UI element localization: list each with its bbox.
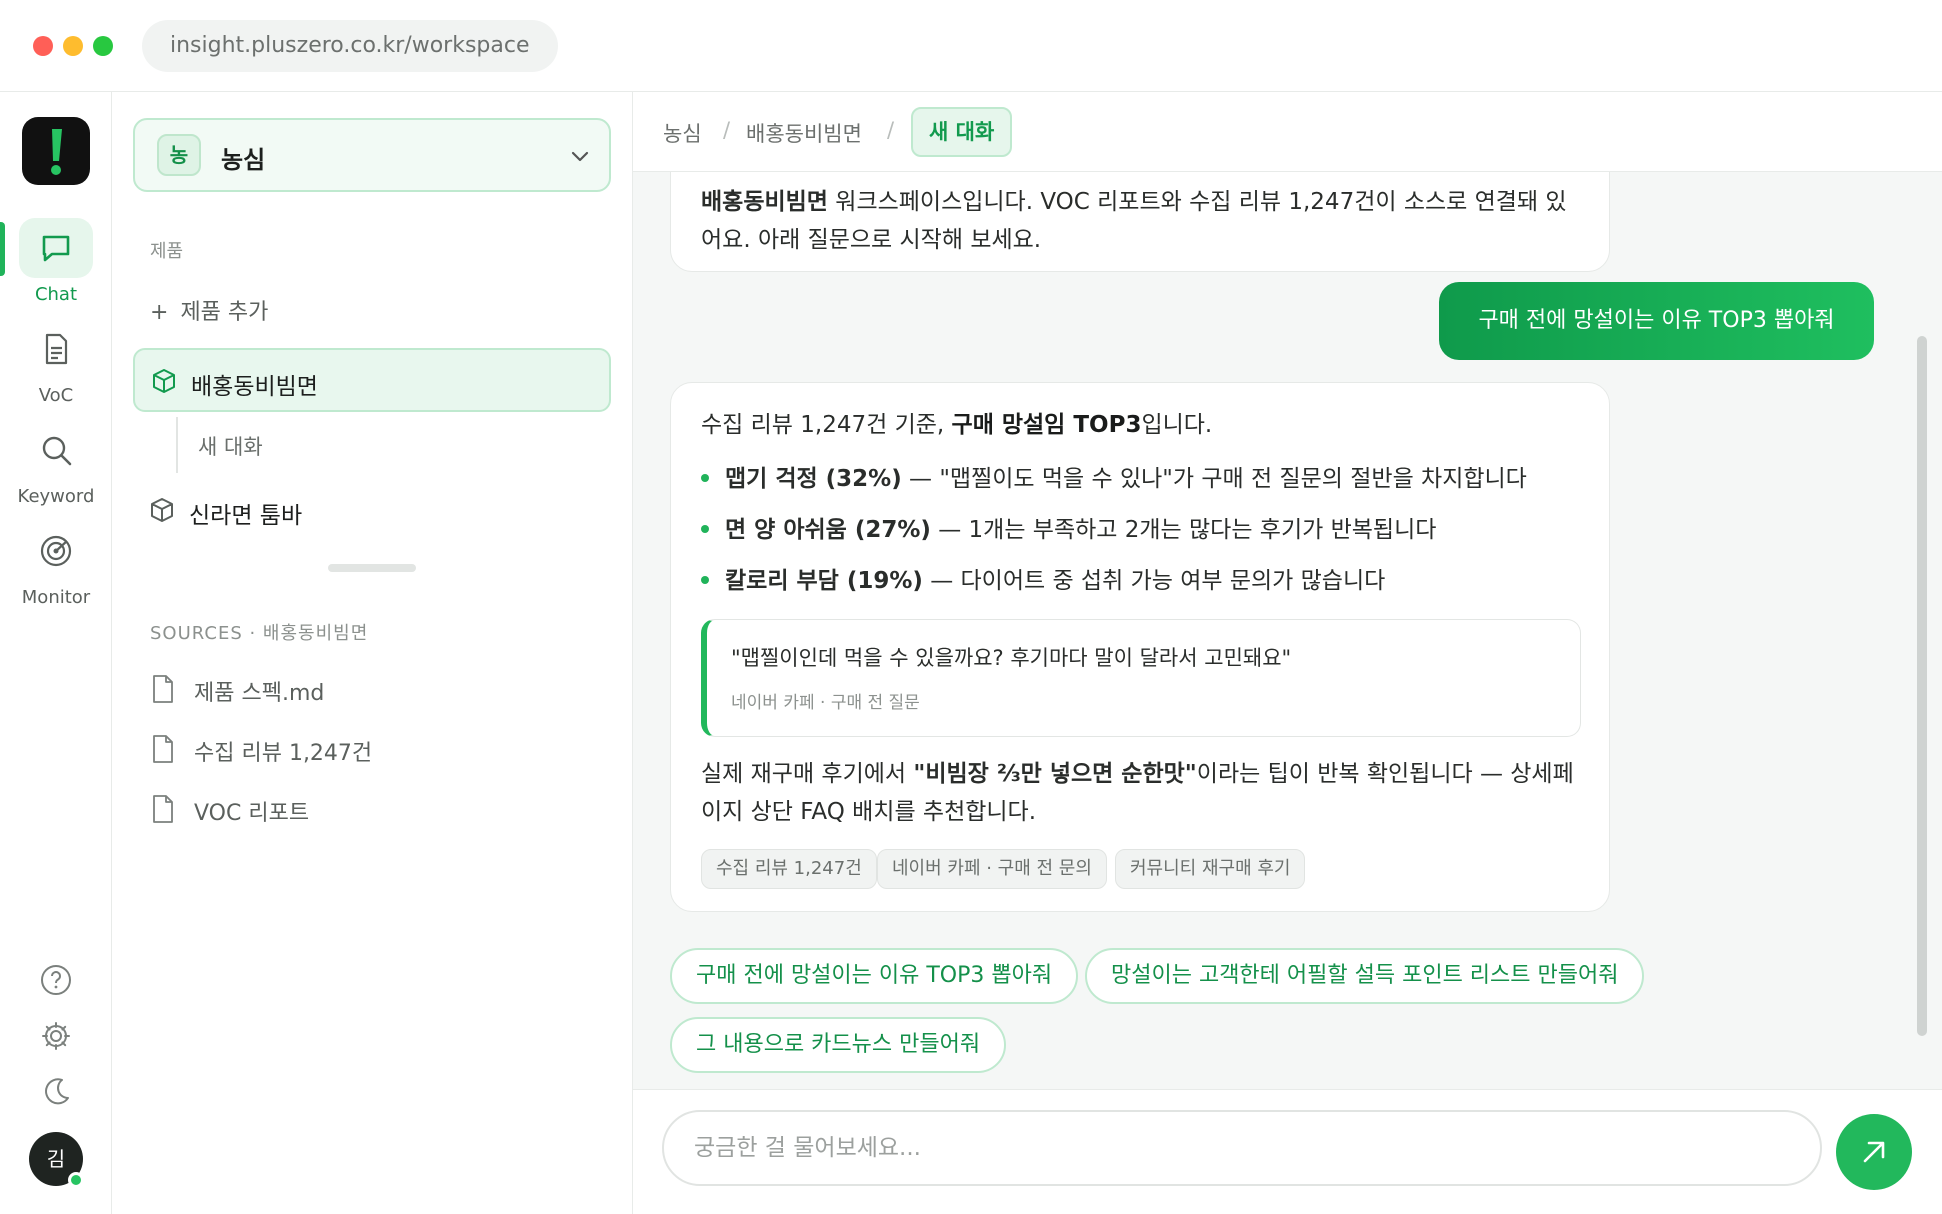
sidebar-divider-handle[interactable] bbox=[328, 564, 416, 572]
message-input[interactable] bbox=[662, 1110, 1822, 1186]
breadcrumb-separator: / bbox=[887, 118, 895, 142]
document-icon bbox=[19, 319, 93, 379]
products-section-label: 제품 bbox=[150, 241, 184, 262]
suggestion-chip[interactable]: 그 내용으로 카드뉴스 만들어줘 bbox=[670, 1017, 1007, 1073]
plus-icon: + bbox=[150, 300, 169, 325]
file-icon bbox=[153, 795, 173, 823]
breadcrumb-product[interactable]: 배홍동비빔면 bbox=[746, 118, 862, 148]
send-button[interactable] bbox=[1836, 1114, 1912, 1190]
answer-closing: 실제 재구매 후기에서 "비빔장 ⅔만 넣으면 순한맛"이라는 팁이 반복 확인… bbox=[701, 761, 1574, 825]
app-window: insight.pluszero.co.kr/workspace Chat Vo… bbox=[0, 0, 1942, 1214]
conversation-label: 새 대화 bbox=[198, 435, 263, 459]
conversation-item-new[interactable]: 새 대화 bbox=[176, 417, 476, 473]
user-message: 구매 전에 망설이는 이유 TOP3 뽑아줘 bbox=[1439, 282, 1874, 360]
chat-icon bbox=[19, 218, 93, 278]
product-name: 신라면 툼바 bbox=[189, 503, 303, 529]
product-name: 배홍동비빔면 bbox=[191, 374, 318, 400]
send-arrow-icon bbox=[1863, 1141, 1885, 1163]
source-name: VOC 리포트 bbox=[194, 801, 310, 826]
review-quote: "맵찔이인데 먹을 수 있을까요? 후기마다 말이 달라서 고민돼요" 네이버 … bbox=[701, 619, 1581, 737]
composer bbox=[633, 1089, 1942, 1214]
add-product-label: 제품 추가 bbox=[180, 300, 269, 325]
nav-voc[interactable]: VoC bbox=[0, 319, 112, 411]
search-icon bbox=[19, 420, 93, 480]
title-bar: insight.pluszero.co.kr/workspace bbox=[0, 0, 1942, 92]
quote-text: "맵찔이인데 먹을 수 있을까요? 후기마다 말이 달라서 고민돼요" bbox=[731, 646, 1292, 670]
file-icon bbox=[153, 675, 173, 703]
online-status-dot bbox=[68, 1172, 84, 1188]
package-icon bbox=[153, 369, 175, 393]
source-chip[interactable]: 커뮤니티 재구매 후기 bbox=[1115, 849, 1306, 889]
breadcrumb-current: 새 대화 bbox=[911, 107, 1013, 157]
brand-name: 농심 bbox=[221, 146, 266, 174]
product-item-baehongdong[interactable]: 배홍동비빔면 bbox=[133, 348, 611, 412]
source-chip[interactable]: 네이버 카페 · 구매 전 문의 bbox=[877, 849, 1107, 889]
logo-icon bbox=[51, 129, 62, 175]
breadcrumb-brand[interactable]: 농심 bbox=[663, 118, 702, 148]
suggestion-chip[interactable]: 망설이는 고객한테 어필할 설득 포인트 리스트 만들어줘 bbox=[1085, 948, 1645, 1004]
source-chip[interactable]: 수집 리뷰 1,247건 bbox=[701, 849, 877, 889]
nav-keyword-label: Keyword bbox=[17, 486, 95, 507]
assistant-message-text: 배홍동비빔면 워크스페이스입니다. VOC 리포트와 수집 리뷰 1,247건이… bbox=[701, 189, 1567, 253]
chat-scrollbar[interactable] bbox=[1917, 336, 1927, 1036]
add-product-button[interactable]: + 제품 추가 bbox=[150, 294, 268, 326]
close-window-button[interactable] bbox=[33, 36, 53, 56]
source-name: 수집 리뷰 1,247건 bbox=[194, 741, 373, 766]
nav-keyword[interactable]: Keyword bbox=[0, 420, 112, 512]
nav-monitor[interactable]: Monitor bbox=[0, 521, 112, 613]
minimize-window-button[interactable] bbox=[63, 36, 83, 56]
workspace-sidebar: 농 농심 제품 + 제품 추가 배홍동비빔면 새 대화 신라면 툼바 SOURCE… bbox=[112, 92, 633, 1214]
breadcrumb: 농심 / 배홍동비빔면 / 새 대화 bbox=[633, 92, 1942, 172]
brand-badge: 농 bbox=[157, 134, 201, 176]
assistant-message: 배홍동비빔면 워크스페이스입니다. VOC 리포트와 수집 리뷰 1,247건이… bbox=[670, 172, 1610, 272]
radar-icon bbox=[19, 521, 93, 581]
answer-intro: 수집 리뷰 1,247건 기준, 구매 망설임 TOP3입니다. bbox=[701, 412, 1213, 438]
nav-chat[interactable]: Chat bbox=[0, 218, 112, 310]
dark-mode-moon-icon[interactable] bbox=[38, 1074, 74, 1110]
nav-rail: Chat VoC Keyword Monitor 김 bbox=[0, 92, 112, 1214]
brand-selector[interactable]: 농 농심 bbox=[133, 118, 611, 192]
maximize-window-button[interactable] bbox=[93, 36, 113, 56]
app-logo[interactable] bbox=[22, 117, 90, 185]
chat-main: 농심 / 배홍동비빔면 / 새 대화 배홍동비빔면 워크스페이스입니다. VOC… bbox=[633, 92, 1942, 1214]
settings-gear-icon[interactable] bbox=[38, 1018, 74, 1054]
sources-section-label: SOURCES · 배홍동비빔면 bbox=[150, 623, 369, 644]
suggestion-chip[interactable]: 구매 전에 망설이는 이유 TOP3 뽑아줘 bbox=[670, 948, 1079, 1004]
source-name: 제품 스펙.md bbox=[194, 681, 325, 706]
product-item-shinramyun-toomba[interactable]: 신라면 툼바 bbox=[133, 479, 611, 543]
breadcrumb-separator: / bbox=[723, 118, 731, 142]
bullet-dot bbox=[701, 524, 709, 533]
package-icon bbox=[151, 498, 173, 522]
file-icon bbox=[153, 735, 173, 763]
answer-bullet: 칼로리 부담 (19%) — 다이어트 중 섭취 가능 여부 문의가 많습니다 bbox=[701, 561, 1385, 595]
assistant-answer: 수집 리뷰 1,247건 기준, 구매 망설임 TOP3입니다. 맵기 걱정 (… bbox=[670, 382, 1610, 912]
nav-chat-label: Chat bbox=[34, 284, 78, 305]
quote-source: 네이버 카페 · 구매 전 질문 bbox=[731, 693, 920, 713]
answer-bullet: 맵기 걱정 (32%) — "맵찔이도 먹을 수 있나"가 구매 전 질문의 절… bbox=[701, 459, 1527, 493]
nav-monitor-label: Monitor bbox=[21, 587, 91, 608]
nav-voc-label: VoC bbox=[38, 385, 74, 406]
bullet-dot bbox=[701, 473, 709, 482]
help-icon[interactable] bbox=[38, 962, 74, 998]
bullet-dot bbox=[701, 575, 709, 584]
url-bar[interactable]: insight.pluszero.co.kr/workspace bbox=[142, 20, 558, 72]
message-list: 배홍동비빔면 워크스페이스입니다. VOC 리포트와 수집 리뷰 1,247건이… bbox=[633, 172, 1942, 1089]
answer-bullet: 면 양 아쉬움 (27%) — 1개는 부족하고 2개는 많다는 후기가 반복됩… bbox=[701, 510, 1436, 544]
chevron-down-icon bbox=[571, 151, 589, 162]
